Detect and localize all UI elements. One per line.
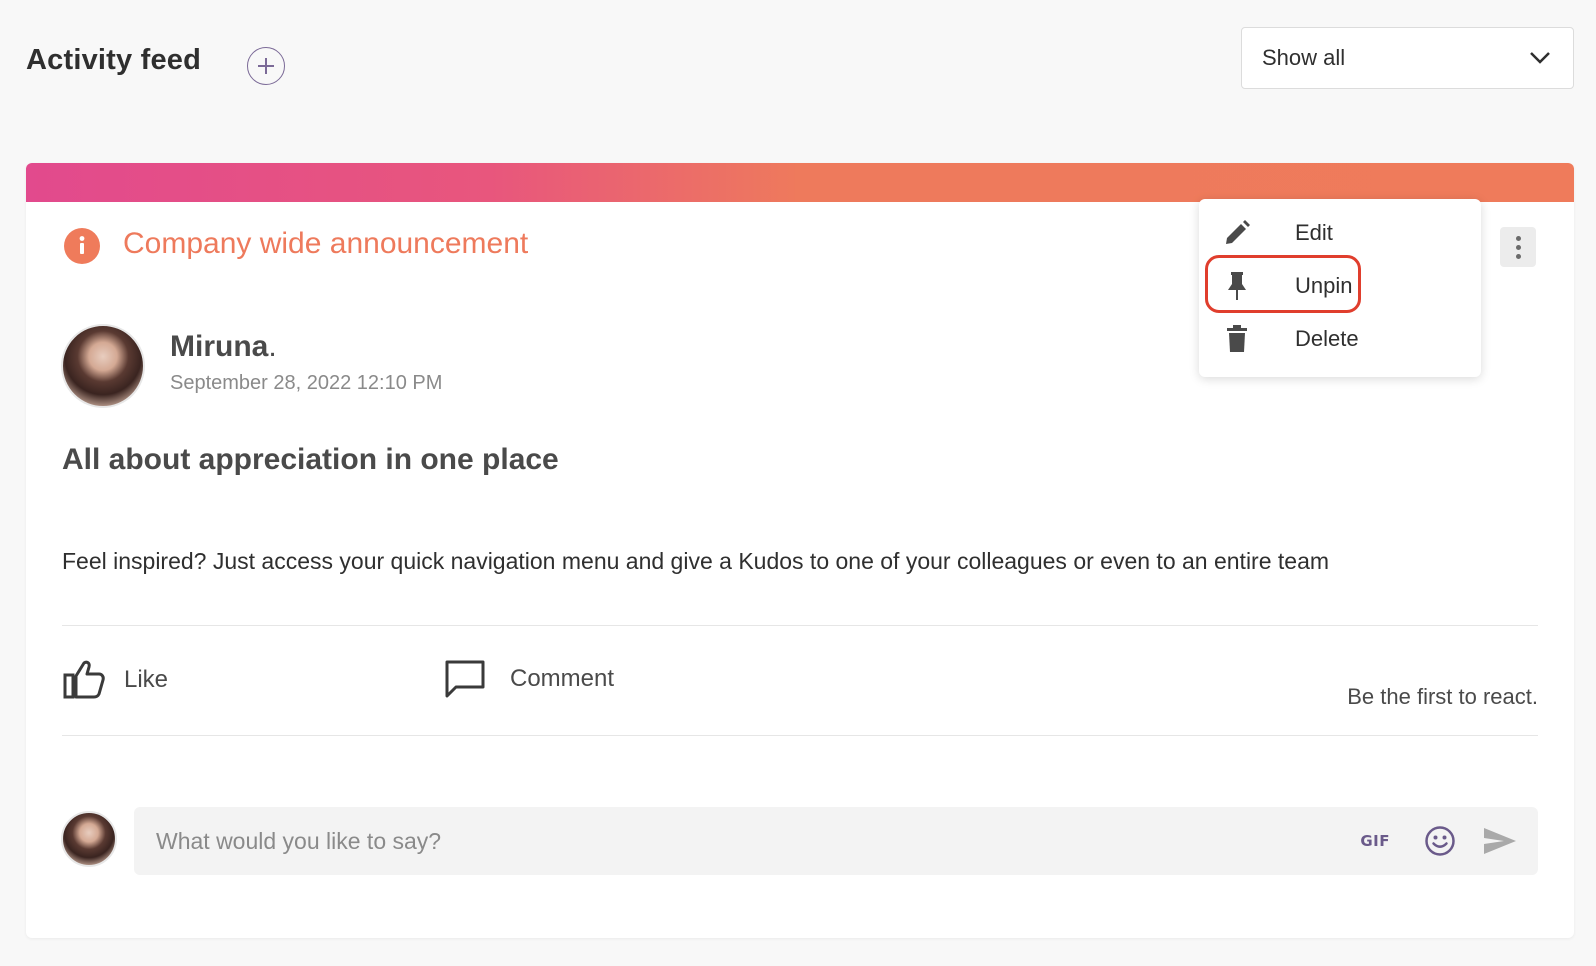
- emoji-icon: [1425, 826, 1455, 856]
- author-name-text: Miruna: [170, 330, 269, 363]
- comment-label: Comment: [510, 665, 615, 692]
- chevron-down-icon: [1530, 52, 1550, 64]
- menu-item-delete[interactable]: Delete: [1219, 319, 1359, 359]
- post-title: All about appreciation in one place: [62, 443, 559, 476]
- comment-icon: [445, 660, 485, 698]
- pencil-icon: [1226, 220, 1250, 244]
- menu-item-unpin-label: Unpin: [1295, 273, 1353, 298]
- comment-button[interactable]: Comment: [444, 659, 614, 699]
- post-context-menu: Edit Unpin Delete: [1199, 199, 1481, 377]
- post-category-label: Company wide announcement: [123, 227, 529, 260]
- plus-circle-icon: [258, 58, 274, 74]
- emoji-button[interactable]: [1424, 825, 1456, 857]
- reactions-summary: Be the first to react.: [1347, 684, 1538, 709]
- post-date: September 28, 2022 12:10 PM: [170, 372, 443, 394]
- gif-button[interactable]: GIF: [1360, 832, 1390, 850]
- divider: [62, 735, 1538, 736]
- page-title: Activity feed: [26, 44, 202, 76]
- menu-item-edit-label: Edit: [1295, 220, 1333, 245]
- add-post-button[interactable]: [247, 47, 285, 85]
- menu-item-unpin[interactable]: Unpin: [1219, 266, 1352, 306]
- like-button[interactable]: Like: [62, 659, 168, 701]
- author-name-suffix: .: [268, 330, 277, 363]
- more-vertical-icon: [1515, 235, 1521, 241]
- like-label: Like: [124, 666, 169, 693]
- feed-filter-select[interactable]: Show all: [1241, 27, 1574, 89]
- card-banner: [26, 163, 1574, 202]
- menu-item-delete-label: Delete: [1295, 326, 1359, 351]
- filter-selected-value: Show all: [1262, 45, 1346, 70]
- pin-icon: [1228, 272, 1246, 300]
- comment-box: GIF: [134, 807, 1538, 875]
- info-icon: [64, 228, 100, 264]
- send-icon: [1484, 828, 1516, 854]
- thumbs-up-icon: [63, 660, 105, 699]
- author-avatar[interactable]: [61, 324, 145, 408]
- more-dot: [1515, 253, 1521, 259]
- author-name[interactable]: Miruna.: [170, 330, 277, 364]
- more-dot: [1515, 244, 1521, 250]
- menu-item-edit[interactable]: Edit: [1219, 213, 1333, 253]
- trash-icon: [1227, 325, 1247, 352]
- send-button[interactable]: [1482, 826, 1518, 856]
- current-user-avatar: [61, 811, 117, 867]
- comment-input[interactable]: [154, 826, 1361, 856]
- post-more-options-button[interactable]: [1500, 227, 1536, 267]
- divider: [62, 625, 1538, 626]
- post-body: Feel inspired? Just access your quick na…: [62, 548, 1330, 574]
